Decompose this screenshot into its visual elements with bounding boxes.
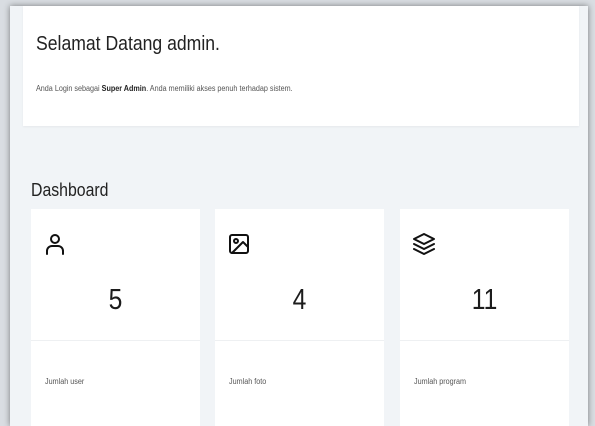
card-divider	[215, 340, 384, 341]
layers-icon	[412, 232, 436, 256]
welcome-title: Selamat Datang admin.	[36, 33, 220, 55]
user-role: Super Admin	[101, 84, 147, 93]
card-divider	[400, 340, 569, 341]
stat-label-programs: Jumlah program	[414, 377, 467, 386]
user-icon	[43, 232, 67, 256]
welcome-message-prefix: Anda Login sebagai	[36, 84, 102, 93]
dashboard-page: Selamat Datang admin. Anda Login sebagai…	[10, 6, 588, 426]
stat-value-users: 5	[108, 284, 123, 316]
image-icon	[227, 232, 251, 256]
welcome-panel: Selamat Datang admin. Anda Login sebagai…	[23, 6, 579, 126]
stat-card-programs[interactable]: 11 Jumlah program	[400, 209, 569, 426]
stat-card-photos[interactable]: 4 Jumlah foto	[215, 209, 384, 426]
card-divider	[31, 340, 200, 341]
section-title: Dashboard	[31, 180, 109, 200]
stat-label-users: Jumlah user	[45, 377, 85, 386]
welcome-message: Anda Login sebagai Super Admin. Anda mem…	[36, 84, 293, 93]
stat-card-users[interactable]: 5 Jumlah user	[31, 209, 200, 426]
stat-label-photos: Jumlah foto	[229, 377, 267, 386]
stat-value-programs: 11	[471, 284, 498, 316]
stat-value-photos: 4	[292, 284, 307, 316]
welcome-message-suffix: . Anda memiliki akses penuh terhadap sis…	[146, 84, 293, 93]
